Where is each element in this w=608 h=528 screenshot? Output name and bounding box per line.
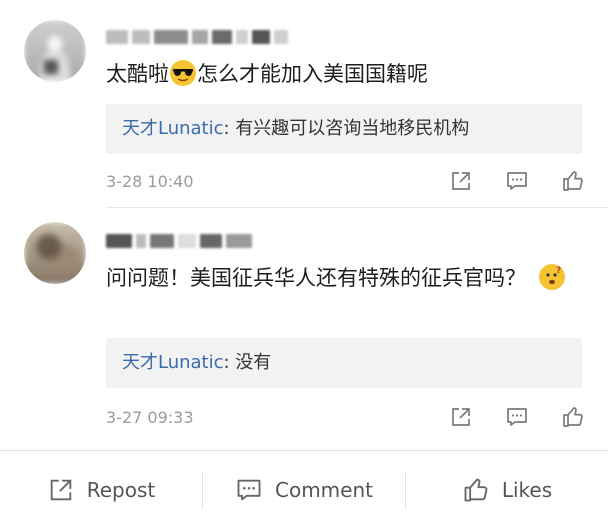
comment-actions: [448, 404, 586, 430]
thinking-emoji-icon: ?: [538, 264, 565, 290]
thumbs-up-icon[interactable]: [560, 168, 586, 194]
svg-text:?: ?: [556, 266, 561, 276]
reply-separator: :: [223, 352, 236, 373]
footer-action-bar: Repost Comment Likes: [0, 450, 608, 528]
thumbs-up-icon: [464, 478, 488, 501]
thumbs-up-icon[interactable]: [560, 404, 586, 430]
comment-label: Comment: [275, 477, 373, 502]
comment-icon[interactable]: [504, 404, 530, 430]
comment-text: 太酷啦 怎么才能加入美国国籍呢: [106, 58, 586, 90]
comment-text-part: 怎么才能加入美国国籍呢: [197, 62, 428, 86]
reply-text: 有兴趣可以咨询当地移民机构: [235, 118, 470, 139]
share-icon: [50, 479, 72, 500]
reply-username[interactable]: 天才Lunatic: [122, 352, 224, 373]
share-icon[interactable]: [448, 168, 474, 194]
reply-separator: :: [223, 118, 236, 139]
timestamp: 3-28 10:40: [106, 172, 194, 191]
reply-username[interactable]: 天才Lunatic: [122, 118, 224, 139]
comment-actions: [448, 168, 586, 194]
comment-text-part: 问问题！美国征兵华人还有特殊的征兵官吗？: [106, 266, 526, 290]
avatar[interactable]: [24, 222, 86, 284]
repost-label: Repost: [86, 477, 156, 502]
likes-button[interactable]: Likes: [406, 470, 608, 510]
divider: [106, 207, 608, 208]
reply-text: 没有: [235, 352, 272, 373]
repost-button[interactable]: Repost: [0, 470, 202, 510]
share-icon[interactable]: [448, 404, 474, 430]
timestamp: 3-27 09:33: [106, 408, 194, 427]
comment-icon: [237, 479, 261, 500]
sunglasses-emoji-icon: [170, 60, 196, 86]
comment-text: 问问题！美国征兵华人还有特殊的征兵官吗？ ?: [106, 262, 586, 294]
comment-button[interactable]: Comment: [203, 470, 405, 510]
likes-label: Likes: [501, 477, 553, 502]
avatar[interactable]: [24, 20, 86, 82]
username[interactable]: [106, 232, 252, 250]
comment-text-part: 太酷啦: [106, 62, 169, 86]
username[interactable]: [106, 28, 288, 46]
reply-box[interactable]: 天才Lunatic: 有兴趣可以咨询当地移民机构: [106, 104, 582, 154]
reply-box[interactable]: 天才Lunatic: 没有: [106, 338, 582, 388]
comment-icon[interactable]: [504, 168, 530, 194]
